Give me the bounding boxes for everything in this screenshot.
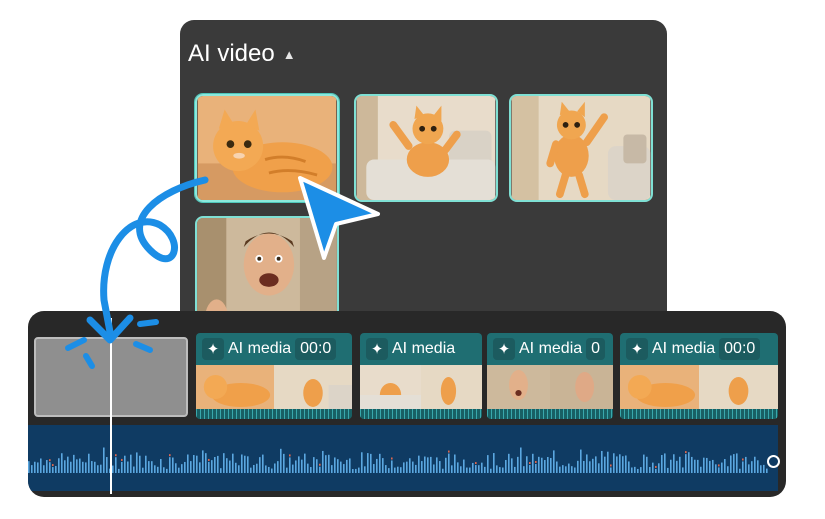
timeline: ✦ AI media 00:0 ✦ AI media ✦ AI media 0 [28, 311, 786, 497]
panel-title: AI video [188, 40, 275, 67]
clip-label: AI media [652, 340, 716, 357]
sparkle-icon: ✦ [493, 338, 515, 360]
cat-dancing-image [511, 96, 651, 200]
audio-waveform [28, 447, 768, 473]
ai-video-panel: AI video ▲ [180, 20, 667, 346]
audio-track[interactable] [28, 425, 778, 491]
caret-up-icon: ▲ [282, 46, 296, 62]
clip-label: AI media [228, 340, 292, 357]
panel-title-button[interactable]: AI video ▲ [188, 40, 296, 68]
track-end-handle[interactable] [767, 455, 780, 468]
sparkle-icon: ✦ [202, 338, 224, 360]
sparkle-icon: ✦ [626, 338, 648, 360]
clip-time: 00:0 [719, 338, 761, 360]
video-thumbnail-cat-dancing[interactable] [509, 94, 653, 202]
sparkle-icon: ✦ [366, 338, 388, 360]
clip-label: AI media [392, 340, 456, 357]
cat-sofa-image [356, 96, 496, 200]
clip-frames [196, 365, 352, 409]
clip-label: AI media [519, 340, 583, 357]
clip-frames [620, 365, 778, 409]
timeline-clip[interactable]: ✦ AI media 0 [487, 333, 613, 419]
clip-time: 0 [586, 338, 606, 360]
clip-time: 00:0 [295, 338, 337, 360]
timeline-clip[interactable]: ✦ AI media 00:0 [196, 333, 352, 419]
video-thumbnail-cat-lying[interactable] [195, 94, 339, 202]
timeline-clip[interactable]: ✦ AI media [360, 333, 482, 419]
cat-lying-image [197, 96, 337, 200]
clip-frames [360, 365, 482, 409]
video-thumbnail-cat-sofa[interactable] [354, 94, 498, 202]
playhead[interactable] [110, 318, 112, 494]
timeline-clip[interactable]: ✦ AI media 00:0 [620, 333, 778, 419]
clip-frames [487, 365, 613, 409]
